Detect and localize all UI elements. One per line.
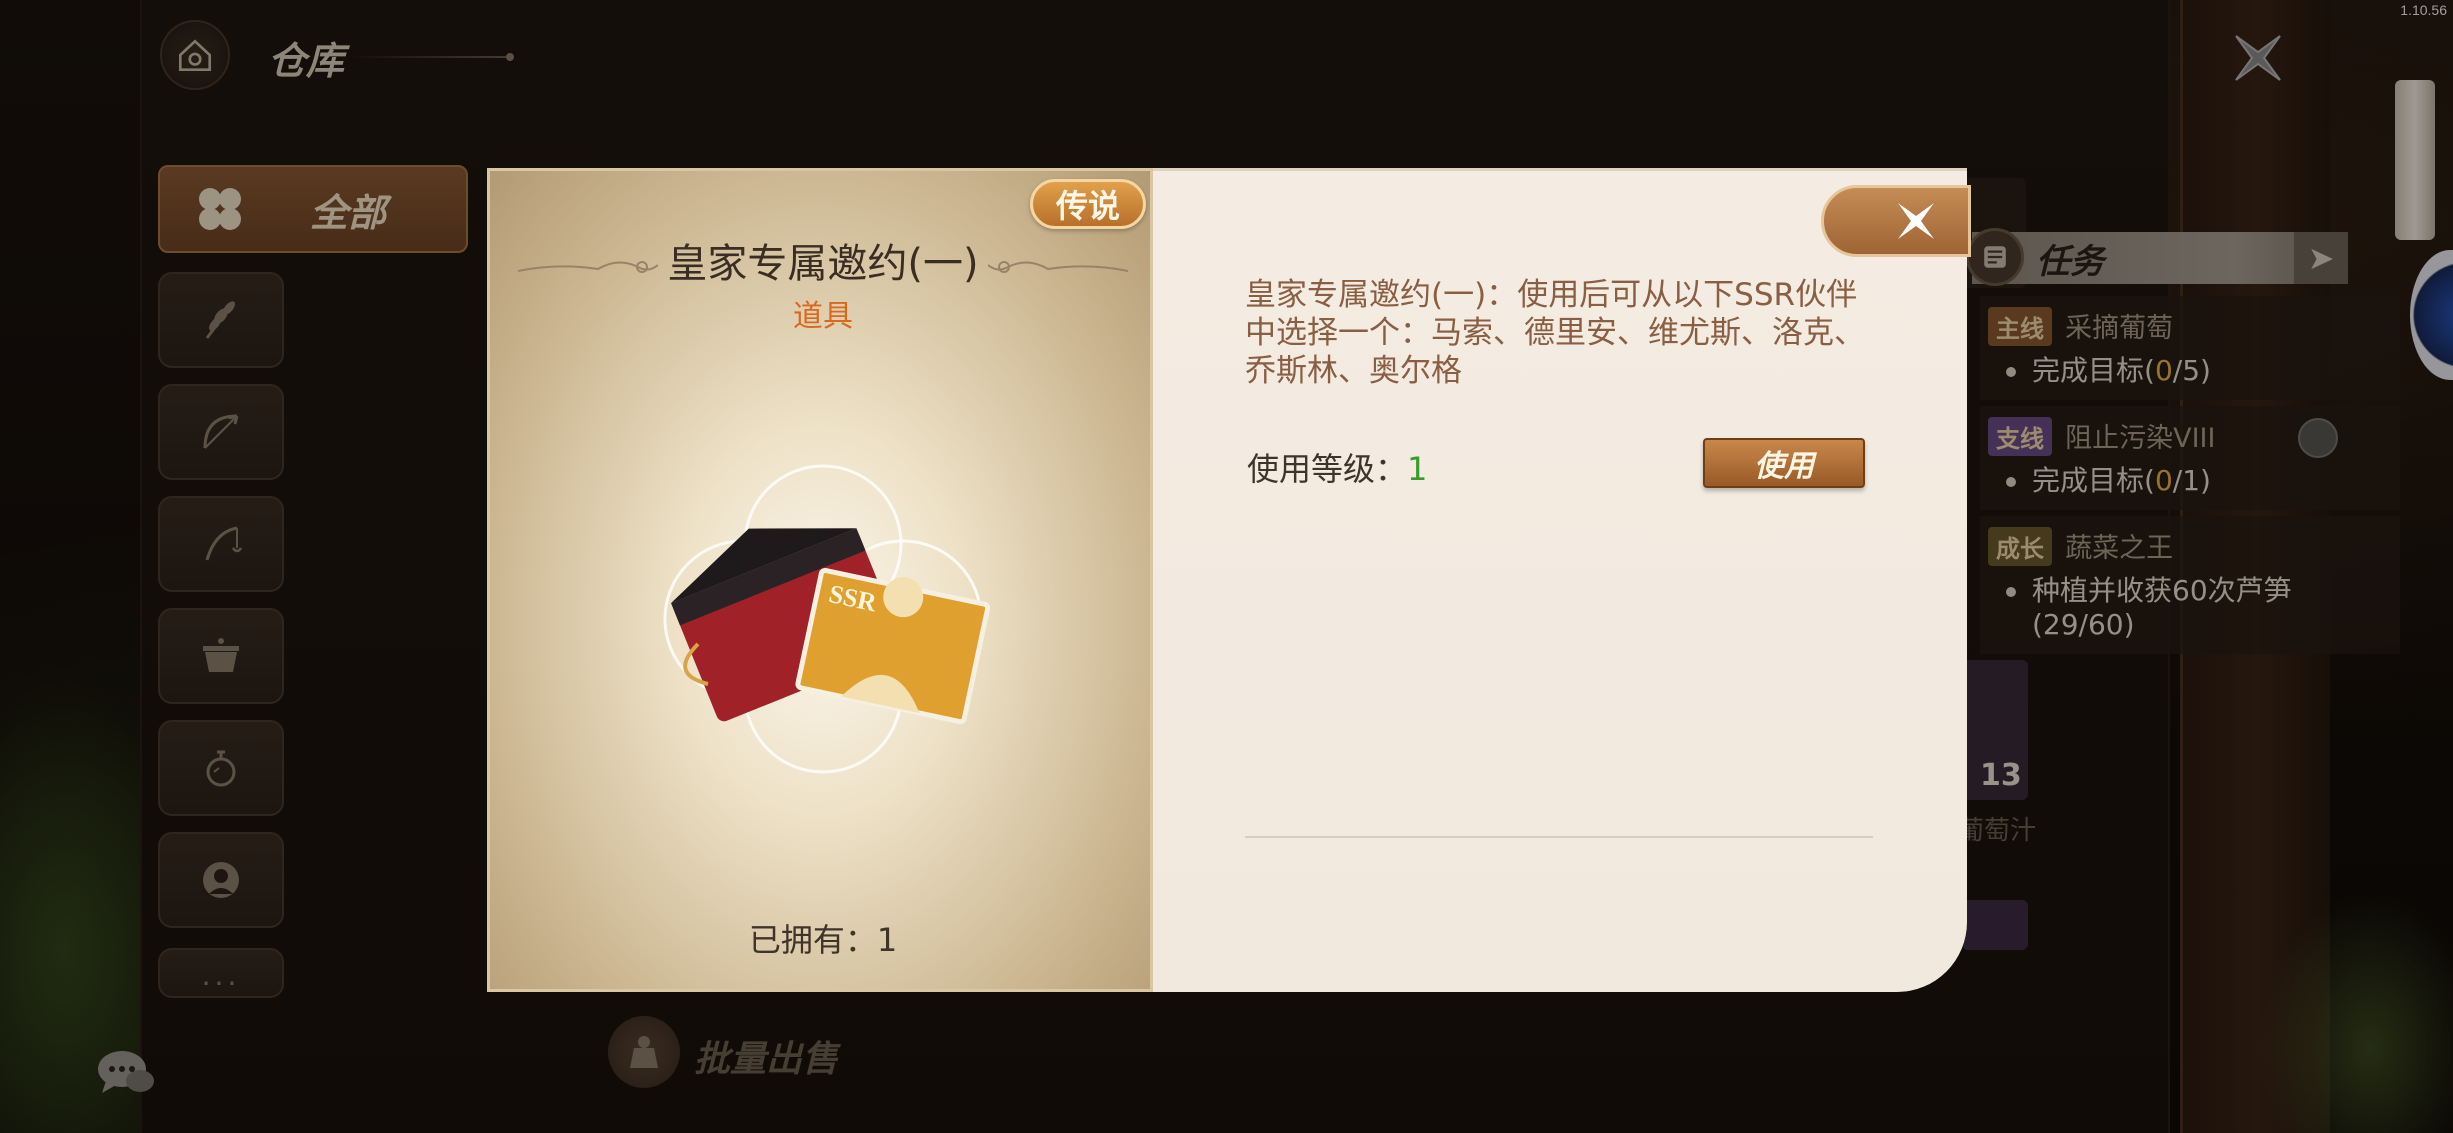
item-description: 皇家专属邀约(一)：使用后可从以下SSR伙伴中选择一个：马索、德里安、维尤斯、洛… bbox=[1245, 277, 1865, 389]
use-level: 使用等级：1 bbox=[1247, 450, 1428, 488]
rarity-badge: 传说 bbox=[1030, 179, 1146, 229]
item-preview-panel: 传说 皇家专属邀约(一) 道具 SSR 已拥有：1 bbox=[487, 168, 1153, 992]
use-button[interactable]: 使用 bbox=[1703, 438, 1865, 488]
divider bbox=[1245, 836, 1873, 838]
ornament-right-icon bbox=[988, 261, 1128, 273]
close-icon bbox=[1898, 203, 1934, 239]
close-dialog-button[interactable] bbox=[1821, 185, 1971, 257]
royal-invitation-item-icon: SSR bbox=[663, 464, 991, 774]
item-type: 道具 bbox=[793, 299, 853, 334]
item-detail-dialog: 传说 皇家专属邀约(一) 道具 SSR 已拥有：1 皇家专属邀约(一)：使用后可… bbox=[487, 168, 1971, 992]
owned-count: 已拥有：1 bbox=[748, 921, 898, 959]
